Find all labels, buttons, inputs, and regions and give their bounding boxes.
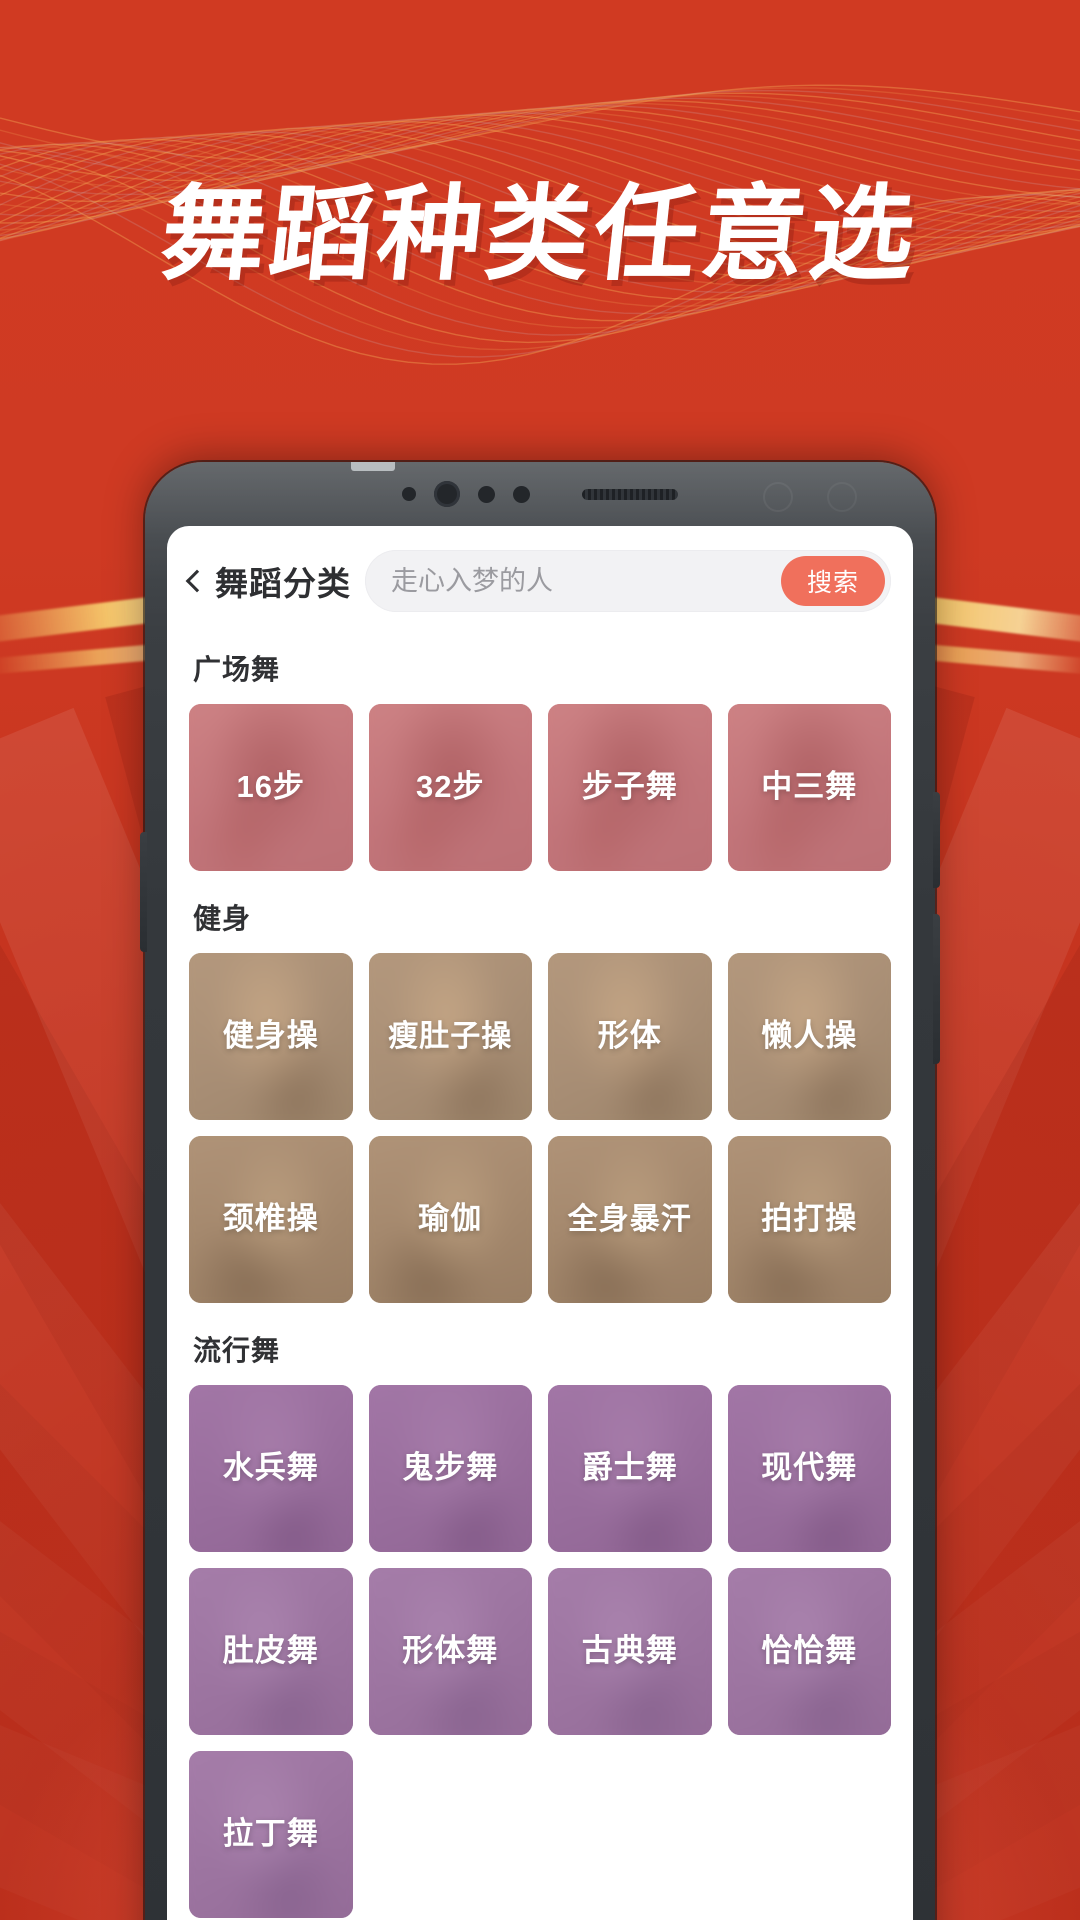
- category-content: 广场舞 16步 32步 步子舞 中三舞健身健身操 瘦肚子操 形体 懒人操颈椎操 瑜伽 全身暴汗 拍打…: [167, 648, 913, 1918]
- phone-ring-detail-1: [763, 482, 793, 512]
- category-tile[interactable]: 肚皮舞: [189, 1568, 353, 1735]
- category-tile-label: 颈椎操: [222, 1201, 319, 1237]
- section-title: 广场舞: [193, 654, 281, 685]
- category-tile[interactable]: 懒人操: [727, 953, 891, 1120]
- volume-button: [933, 914, 940, 1064]
- page-title: 舞蹈分类: [215, 565, 351, 602]
- search-input[interactable]: [391, 565, 781, 597]
- category-tile-label: 现代舞: [761, 1450, 858, 1486]
- search-button[interactable]: 搜索: [780, 556, 885, 606]
- front-camera-icon: [434, 481, 460, 507]
- category-tile-label: 瘦肚子操: [388, 1019, 513, 1053]
- category-tile-label: 水兵舞: [222, 1450, 319, 1486]
- category-tile-label: 恰恰舞: [761, 1633, 858, 1669]
- category-tile[interactable]: 拉丁舞: [189, 1751, 353, 1918]
- category-tile[interactable]: 全身暴汗: [548, 1136, 712, 1303]
- category-tile-label: 全身暴汗: [567, 1202, 692, 1236]
- phone-mockup: 舞蹈分类 搜索 广场舞 16步 32步 步子舞 中三舞健身健身操 瘦肚子操 形体 懒人操颈椎操…: [140, 462, 940, 1920]
- category-tile[interactable]: 瘦肚子操: [368, 953, 532, 1120]
- category-tile[interactable]: 鬼步舞: [368, 1385, 532, 1552]
- category-tile[interactable]: 颈椎操: [189, 1136, 353, 1303]
- category-tile-label: 拉丁舞: [222, 1816, 319, 1852]
- category-grid: 健身操 瘦肚子操 形体 懒人操颈椎操 瑜伽 全身暴汗 拍打操: [189, 953, 891, 1303]
- section-title: 健身: [193, 903, 252, 934]
- category-tile-label: 32步: [416, 769, 485, 805]
- proximity-sensor-icon: [402, 487, 416, 501]
- category-tile-label: 懒人操: [761, 1018, 858, 1054]
- category-tile[interactable]: 瑜伽: [368, 1136, 532, 1303]
- category-tile[interactable]: 爵士舞: [548, 1385, 712, 1552]
- category-tile-label: 爵士舞: [581, 1450, 678, 1486]
- category-tile-label: 步子舞: [581, 769, 678, 805]
- category-tile[interactable]: 中三舞: [727, 704, 891, 871]
- back-button[interactable]: 舞蹈分类: [185, 557, 351, 605]
- category-tile-label: 中三舞: [761, 769, 858, 805]
- phone-ring-detail-2: [827, 482, 857, 512]
- category-tile[interactable]: 32步: [368, 704, 532, 871]
- category-tile[interactable]: 恰恰舞: [727, 1568, 891, 1735]
- promo-headline: 舞蹈种类任意选: [155, 173, 925, 295]
- category-tile-label: 16步: [236, 769, 305, 805]
- section-title: 流行舞: [193, 1335, 281, 1366]
- power-button: [933, 792, 940, 888]
- category-tile[interactable]: 步子舞: [548, 704, 712, 871]
- category-tile-label: 健身操: [222, 1018, 319, 1054]
- phone-sensor-bar: [145, 462, 935, 526]
- category-tile[interactable]: 拍打操: [727, 1136, 891, 1303]
- search-bar[interactable]: 搜索: [365, 550, 891, 612]
- category-tile-label: 形体: [597, 1018, 662, 1054]
- chevron-left-icon: [185, 569, 209, 593]
- category-tile[interactable]: 现代舞: [727, 1385, 891, 1552]
- category-grid: 16步 32步 步子舞 中三舞: [189, 704, 891, 871]
- category-tile[interactable]: 古典舞: [548, 1568, 712, 1735]
- category-tile-label: 古典舞: [581, 1633, 678, 1669]
- earpiece-speaker-icon: [582, 488, 678, 500]
- category-tile-label: 肚皮舞: [222, 1633, 319, 1669]
- category-tile-label: 拍打操: [761, 1201, 858, 1237]
- category-tile-label: 鬼步舞: [402, 1450, 499, 1486]
- left-side-button: [140, 832, 147, 952]
- app-header: 舞蹈分类 搜索: [167, 526, 913, 622]
- category-tile-label: 形体舞: [402, 1633, 499, 1669]
- phone-screen: 舞蹈分类 搜索 广场舞 16步 32步 步子舞 中三舞健身健身操 瘦肚子操 形体 懒人操颈椎操…: [167, 526, 913, 1920]
- light-sensor-icon: [478, 485, 495, 503]
- category-tile[interactable]: 健身操: [189, 953, 353, 1120]
- category-grid: 水兵舞 鬼步舞 爵士舞 现代舞肚皮舞 形体舞 古典舞 恰恰舞拉丁舞: [189, 1385, 891, 1918]
- category-tile[interactable]: 形体舞: [368, 1568, 532, 1735]
- ir-sensor-icon: [513, 485, 530, 503]
- category-tile[interactable]: 16步: [189, 704, 353, 871]
- category-tile[interactable]: 水兵舞: [189, 1385, 353, 1552]
- category-tile[interactable]: 形体: [548, 953, 712, 1120]
- category-tile-label: 瑜伽: [418, 1201, 483, 1237]
